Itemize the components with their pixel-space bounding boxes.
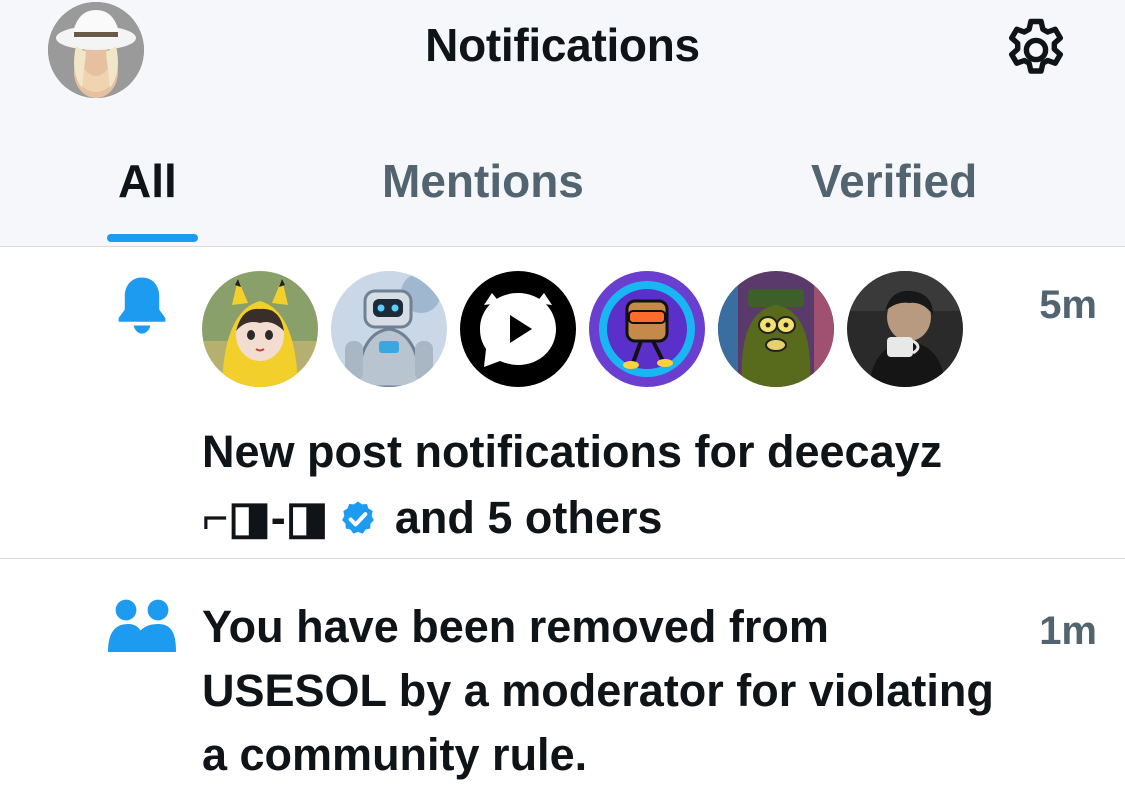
notification-text: New post notifications for deecayz ⌐◨-◨ … <box>202 419 1092 551</box>
avatar[interactable] <box>847 271 963 387</box>
notification-item[interactable]: 5m New post notifications for deecayz ⌐◨… <box>0 247 1125 559</box>
notification-time: 1m <box>1039 609 1097 653</box>
tab-mentions[interactable]: Mentions <box>382 154 584 208</box>
avatar[interactable] <box>589 271 705 387</box>
avatar[interactable] <box>331 271 447 387</box>
notification-tabs: All Mentions Verified <box>0 148 1125 246</box>
people-icon <box>108 599 176 652</box>
gear-icon[interactable] <box>1000 14 1072 86</box>
notification-text-suffix: and 5 others <box>394 492 663 543</box>
active-tab-indicator <box>107 234 198 242</box>
bell-icon <box>118 277 166 334</box>
avatar[interactable] <box>718 271 834 387</box>
notification-text-line1: New post notifications for deecayz <box>202 426 943 477</box>
avatar[interactable] <box>460 271 576 387</box>
verified-badge-icon <box>342 501 375 534</box>
avatar[interactable] <box>202 271 318 387</box>
page-title: Notifications <box>425 19 700 71</box>
notification-text: You have been removed from USESOL by a m… <box>202 601 994 780</box>
tab-all[interactable]: All <box>118 154 177 208</box>
notifications-header: Notifications All Mentions Verified <box>0 0 1125 247</box>
notification-item[interactable]: 1m You have been removed from USESOL by … <box>0 559 1125 788</box>
notification-time: 5m <box>1039 283 1097 327</box>
tab-verified[interactable]: Verified <box>811 154 977 208</box>
user-name-link[interactable]: ⌐◨-◨ <box>202 492 328 543</box>
